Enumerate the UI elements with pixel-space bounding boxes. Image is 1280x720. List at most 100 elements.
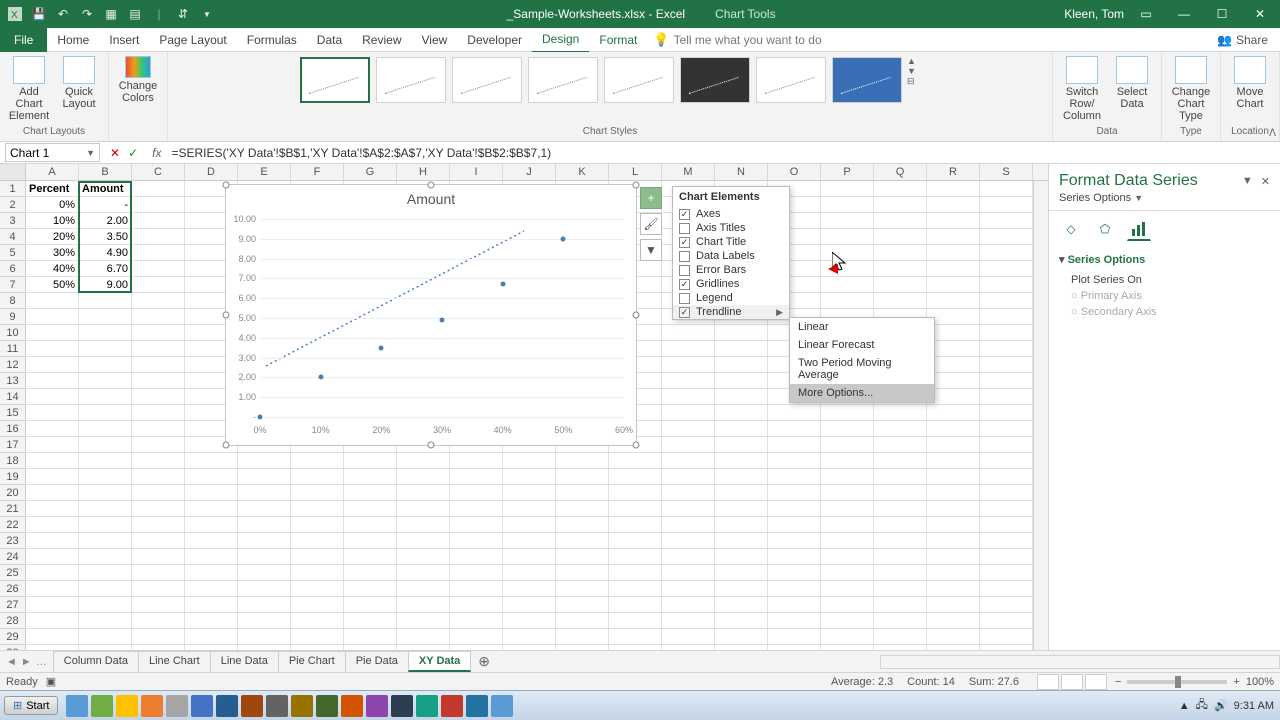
cell[interactable]	[291, 629, 344, 645]
col-header[interactable]: B	[79, 164, 132, 180]
cell[interactable]	[980, 197, 1033, 213]
cell[interactable]	[874, 213, 927, 229]
submenu-item[interactable]: More Options...	[790, 384, 934, 402]
cell[interactable]	[980, 629, 1033, 645]
cell[interactable]	[26, 501, 79, 517]
minimize-icon[interactable]: —	[1168, 0, 1200, 28]
chart-style-5[interactable]	[604, 57, 674, 103]
col-header[interactable]: M	[662, 164, 715, 180]
cell[interactable]	[821, 597, 874, 613]
cell[interactable]	[715, 421, 768, 437]
cell[interactable]	[980, 597, 1033, 613]
cell[interactable]	[980, 373, 1033, 389]
tab-page-layout[interactable]: Page Layout	[149, 28, 236, 52]
cell[interactable]	[927, 437, 980, 453]
move-chart-button[interactable]: Move Chart	[1227, 56, 1273, 110]
chart-element-item[interactable]: ✓Axes	[673, 207, 789, 221]
cell[interactable]	[291, 549, 344, 565]
cell[interactable]	[132, 373, 185, 389]
col-header[interactable]: Q	[874, 164, 927, 180]
cell[interactable]	[185, 453, 238, 469]
cell[interactable]	[450, 565, 503, 581]
cell[interactable]	[874, 597, 927, 613]
cell[interactable]: 10%	[26, 213, 79, 229]
cell[interactable]	[821, 197, 874, 213]
chart-element-item[interactable]: ✓Trendline▶	[673, 305, 789, 319]
user-name[interactable]: Kleen, Tom	[1064, 7, 1124, 21]
cell[interactable]	[185, 533, 238, 549]
cell[interactable]	[185, 613, 238, 629]
zoom-out-icon[interactable]: −	[1115, 676, 1121, 688]
chart-style-7[interactable]	[756, 57, 826, 103]
col-header[interactable]: N	[715, 164, 768, 180]
row-header[interactable]: 14	[0, 389, 26, 405]
cell[interactable]	[503, 469, 556, 485]
chart-element-item[interactable]: ✓Gridlines	[673, 277, 789, 291]
chart-filters-button[interactable]: ▼	[640, 239, 662, 261]
cell[interactable]	[556, 485, 609, 501]
cell[interactable]	[874, 501, 927, 517]
cell[interactable]	[79, 405, 132, 421]
cell[interactable]	[344, 533, 397, 549]
cell[interactable]	[927, 613, 980, 629]
cell[interactable]	[344, 581, 397, 597]
tab-insert[interactable]: Insert	[99, 28, 149, 52]
zoom-level[interactable]: 100%	[1246, 676, 1274, 688]
maximize-icon[interactable]: ☐	[1206, 0, 1238, 28]
cell[interactable]	[980, 293, 1033, 309]
cell[interactable]	[26, 517, 79, 533]
fill-line-icon[interactable]: ◇	[1059, 217, 1083, 241]
row-header[interactable]: 2	[0, 197, 26, 213]
cell[interactable]	[609, 453, 662, 469]
cell[interactable]	[821, 549, 874, 565]
tray-time[interactable]: 9:31 AM	[1234, 700, 1274, 712]
cell[interactable]	[503, 549, 556, 565]
cell[interactable]	[980, 245, 1033, 261]
cell[interactable]	[26, 629, 79, 645]
cell[interactable]	[715, 357, 768, 373]
cell[interactable]	[344, 469, 397, 485]
row-header[interactable]: 29	[0, 629, 26, 645]
cell[interactable]	[662, 469, 715, 485]
cell[interactable]	[450, 485, 503, 501]
data-point[interactable]	[561, 236, 566, 241]
col-header[interactable]: S	[980, 164, 1033, 180]
cell[interactable]	[715, 501, 768, 517]
col-header[interactable]: E	[238, 164, 291, 180]
tab-home[interactable]: Home	[47, 28, 99, 52]
cell[interactable]	[26, 341, 79, 357]
cell[interactable]	[132, 517, 185, 533]
cell[interactable]	[450, 581, 503, 597]
cell[interactable]	[927, 421, 980, 437]
cell[interactable]	[927, 405, 980, 421]
checkbox[interactable]	[679, 223, 690, 234]
sheet-tab[interactable]: Pie Data	[345, 651, 409, 672]
taskbar-app-icon[interactable]	[491, 695, 513, 717]
cell[interactable]	[768, 485, 821, 501]
save-icon[interactable]: 💾	[28, 3, 50, 25]
cell[interactable]	[768, 613, 821, 629]
cell[interactable]: 9.00	[79, 277, 132, 293]
cell[interactable]	[874, 197, 927, 213]
redo-icon[interactable]: ↷	[76, 3, 98, 25]
resize-handle[interactable]	[428, 442, 435, 449]
cell[interactable]	[821, 565, 874, 581]
cell[interactable]	[503, 501, 556, 517]
taskbar-app-icon[interactable]	[416, 695, 438, 717]
cell[interactable]	[291, 453, 344, 469]
row-header[interactable]: 18	[0, 453, 26, 469]
cell[interactable]	[980, 469, 1033, 485]
cell[interactable]	[185, 517, 238, 533]
taskbar-app-icon[interactable]	[66, 695, 88, 717]
cell[interactable]	[397, 453, 450, 469]
cell[interactable]	[132, 357, 185, 373]
pane-subtitle[interactable]: Series Options	[1059, 192, 1131, 204]
cell[interactable]	[450, 629, 503, 645]
cell[interactable]	[26, 389, 79, 405]
cell[interactable]	[768, 581, 821, 597]
col-header[interactable]: R	[927, 164, 980, 180]
sheet-tab[interactable]: XY Data	[408, 651, 471, 672]
taskbar-app-icon[interactable]	[391, 695, 413, 717]
styles-scroll[interactable]: ▲▼⊟	[907, 56, 921, 87]
cell[interactable]	[821, 405, 874, 421]
